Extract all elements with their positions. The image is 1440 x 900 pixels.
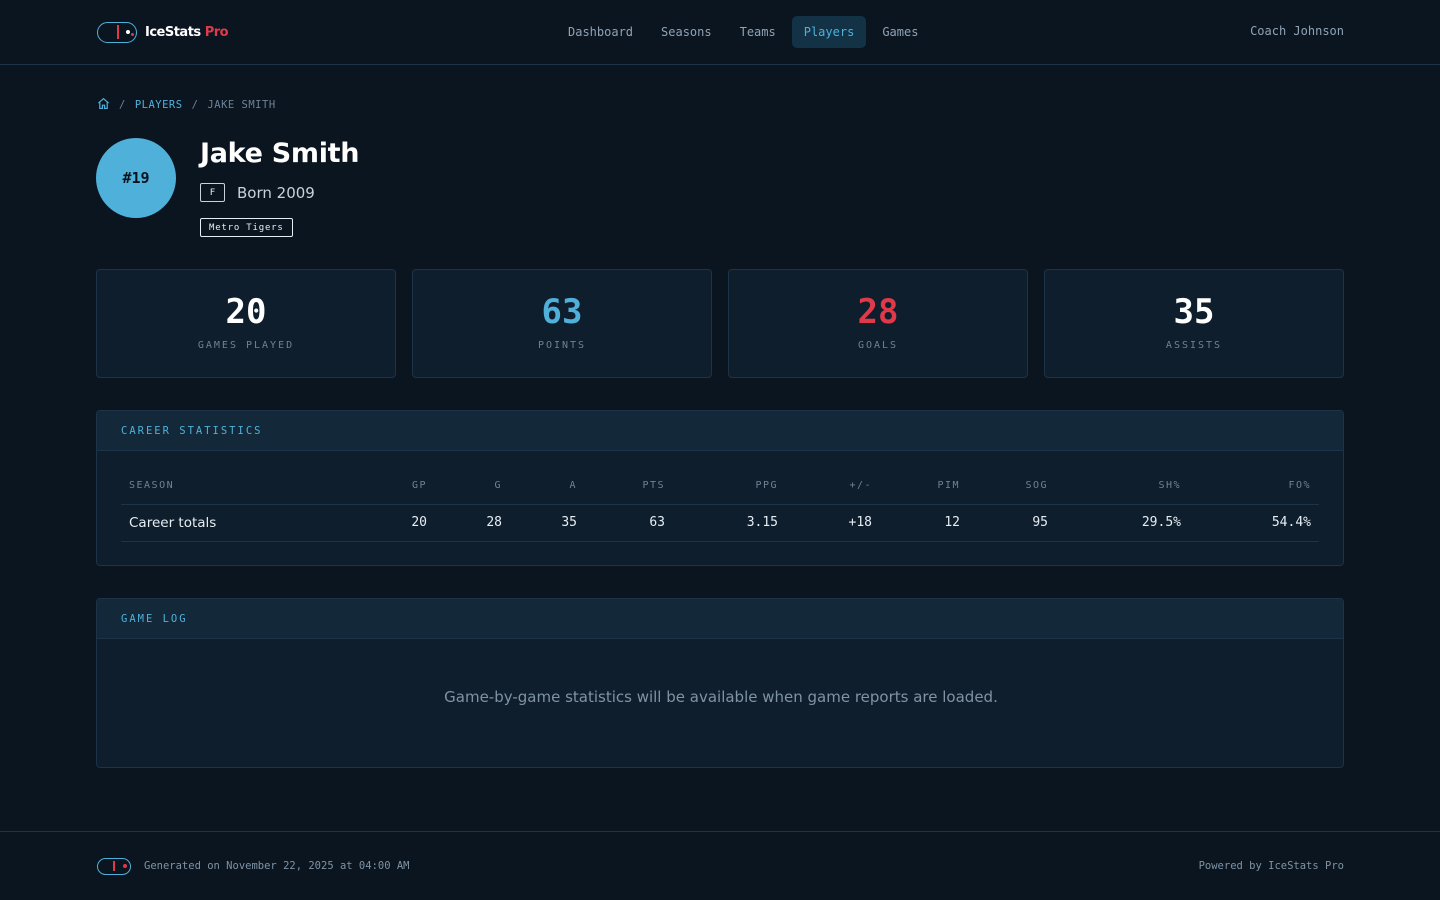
breadcrumb-separator: /	[119, 99, 126, 111]
position-badge: F	[200, 183, 225, 202]
column-header-gp[interactable]: GP	[351, 468, 435, 505]
birth-year: Born 2009	[237, 183, 315, 202]
home-icon[interactable]	[97, 97, 110, 113]
stat-value: 28	[857, 292, 899, 332]
column-header-season[interactable]: SEASON	[121, 468, 351, 505]
stat-label: ASSISTS	[1165, 340, 1223, 351]
stat-value: 63	[541, 292, 583, 332]
column-header-pts[interactable]: PTS	[585, 468, 673, 505]
stat-card-assists: 35 ASSISTS	[1044, 269, 1344, 378]
stat-label: POINTS	[537, 340, 587, 351]
cell-fo-pct: 54.4%	[1189, 504, 1319, 542]
rink-logo-icon	[97, 858, 131, 875]
cell-plus-minus: +18	[786, 504, 880, 542]
cell-sh-pct: 29.5%	[1056, 504, 1189, 542]
breadcrumb-separator: /	[191, 99, 199, 111]
breadcrumb-current: JAKE SMITH	[207, 99, 276, 111]
user-name[interactable]: Coach Johnson	[1250, 24, 1344, 38]
empty-state-message: Game-by-game statistics will be availabl…	[444, 688, 998, 706]
breadcrumb-players-link[interactable]: PLAYERS	[135, 99, 183, 111]
cell-season: Career totals	[121, 504, 351, 542]
player-meta: F Born 2009	[200, 183, 315, 202]
stat-value: 20	[225, 292, 267, 332]
career-stats-table: SEASON GP G A PTS PPG +/- PIM SOG SH% FO…	[121, 468, 1319, 542]
stat-label: GAMES PLAYED	[197, 340, 295, 351]
player-number-avatar: #19	[96, 138, 176, 218]
stat-card-points: 63 POINTS	[412, 269, 712, 378]
column-header-ppg[interactable]: PPG	[673, 468, 786, 505]
stat-card-games-played: 20 GAMES PLAYED	[96, 269, 396, 378]
nav-players[interactable]: Players	[791, 16, 867, 48]
column-header-pim[interactable]: PIM	[880, 468, 968, 505]
panel-title: GAME LOG	[97, 599, 1343, 639]
stat-card-goals: 28 GOALS	[728, 269, 1028, 378]
cell-g: 28	[435, 504, 510, 542]
nav-dashboard[interactable]: Dashboard	[556, 16, 645, 48]
column-header-fo-pct[interactable]: FO%	[1189, 468, 1319, 505]
panel-title: CAREER STATISTICS	[97, 411, 1343, 451]
brand-logo[interactable]: IceStats Pro	[97, 21, 229, 43]
nav-teams[interactable]: Teams	[728, 16, 788, 48]
rink-logo-icon	[97, 21, 137, 43]
breadcrumb: / PLAYERS / JAKE SMITH	[97, 97, 276, 113]
column-header-sh-pct[interactable]: SH%	[1056, 468, 1189, 505]
table-header-row: SEASON GP G A PTS PPG +/- PIM SOG SH% FO…	[121, 468, 1319, 505]
footer: Generated on November 22, 2025 at 04:00 …	[0, 831, 1440, 900]
top-navigation-bar: IceStats Pro Dashboard Seasons Teams Pla…	[0, 0, 1440, 65]
cell-ppg: 3.15	[673, 504, 786, 542]
career-statistics-panel: CAREER STATISTICS SEASON GP G A PTS PPG …	[96, 410, 1344, 566]
generated-timestamp: Generated on November 22, 2025 at 04:00 …	[144, 860, 410, 872]
nav-seasons[interactable]: Seasons	[649, 16, 724, 48]
cell-sog: 95	[968, 504, 1056, 542]
stat-label: GOALS	[857, 340, 899, 351]
stat-value: 35	[1173, 292, 1215, 332]
cell-gp: 20	[351, 504, 435, 542]
cell-pts: 63	[585, 504, 673, 542]
brand-name: IceStats Pro	[145, 24, 229, 40]
cell-pim: 12	[880, 504, 968, 542]
column-header-plus-minus[interactable]: +/-	[786, 468, 880, 505]
nav-games[interactable]: Games	[870, 16, 930, 48]
table-row: Career totals 20 28 35 63 3.15 +18 12 95…	[121, 504, 1319, 542]
player-name: Jake Smith	[200, 138, 360, 169]
column-header-a[interactable]: A	[510, 468, 585, 505]
column-header-sog[interactable]: SOG	[968, 468, 1056, 505]
main-nav: Dashboard Seasons Teams Players Games	[556, 16, 934, 48]
cell-a: 35	[510, 504, 585, 542]
powered-by: Powered by IceStats Pro	[1198, 860, 1344, 872]
team-badge[interactable]: Metro Tigers	[200, 218, 293, 237]
column-header-g[interactable]: G	[435, 468, 510, 505]
game-log-panel: GAME LOG Game-by-game statistics will be…	[96, 598, 1344, 768]
